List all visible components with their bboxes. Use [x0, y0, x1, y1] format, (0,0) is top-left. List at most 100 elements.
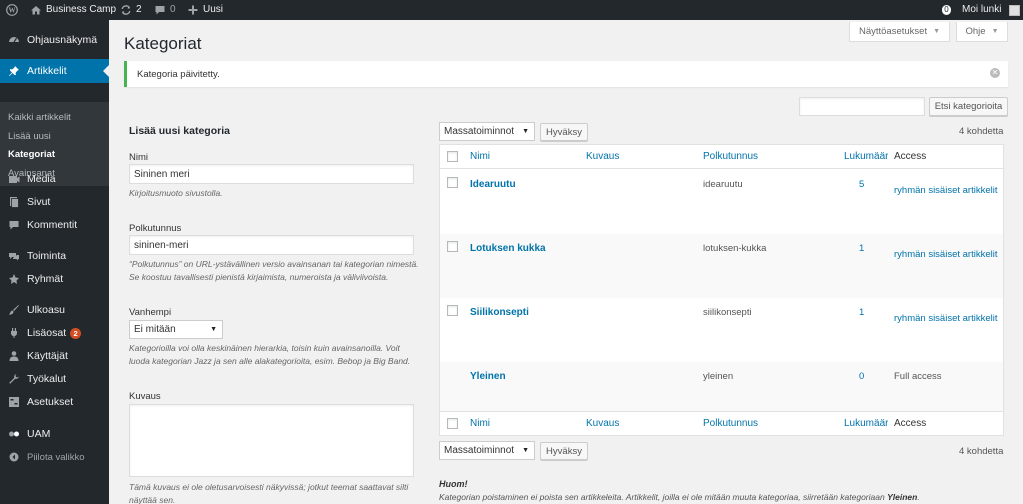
sidebar-item-media[interactable]: Media — [0, 168, 109, 190]
wordpress-logo-icon[interactable]: W — [6, 0, 18, 20]
sidebar-item-label: Lisäosat — [27, 327, 67, 339]
category-access-link[interactable]: ryhmän sisäiset artikkelit — [894, 313, 997, 324]
description-hint-line1: Tämä kuvaus ei ole oletusarvoisesti näky… — [129, 482, 409, 492]
row-checkbox[interactable] — [447, 177, 458, 188]
parent-select[interactable]: Ei mitään ▼ — [129, 320, 223, 339]
sidebar-item-settings[interactable]: Asetukset — [0, 391, 109, 413]
column-description-footer[interactable]: Kuvaus — [586, 418, 619, 429]
caret-down-icon: ▼ — [933, 28, 941, 35]
submenu-add-new[interactable]: Lisää uusi — [8, 131, 51, 142]
table-row: Idearuutu idearuutu 5 ryhmän sisäiset ar… — [440, 170, 1003, 234]
table-row: Lotuksen kukka lotuksen-kukka 1 ryhmän s… — [440, 234, 1003, 298]
plugins-update-badge: 2 — [70, 327, 82, 339]
item-count-top: 4 kohdetta — [959, 126, 1004, 137]
bulk-actions-value: Massatoiminnot — [444, 126, 515, 137]
sidebar-item-label: Kommentit — [27, 219, 78, 231]
bulk-actions-select-bottom[interactable]: Massatoiminnot ▼ — [439, 441, 535, 460]
table-row: Siilikonsepti siilikonsepti 1 ryhmän sis… — [440, 298, 1003, 362]
category-name-input[interactable]: Sininen meri — [129, 164, 414, 184]
table-footer: Nimi Kuvaus Polkutunnus Lukumäärä Access — [440, 411, 1003, 435]
slug-label: Polkutunnus — [129, 223, 182, 234]
parent-label: Vanhempi — [129, 307, 172, 318]
help-button[interactable]: Ohje ▼ — [956, 22, 1008, 42]
column-access-footer: Access — [894, 418, 927, 429]
note-heading: Huom! — [439, 479, 468, 489]
sidebar-item-plugins[interactable]: Lisäosat 2 — [0, 322, 109, 344]
sidebar-item-pages[interactable]: Sivut — [0, 191, 109, 213]
category-access-link[interactable]: ryhmän sisäiset artikkelit — [894, 185, 997, 196]
column-count-footer[interactable]: Lukumäärä — [844, 418, 888, 429]
apply-bulk-button-bottom[interactable]: Hyväksy — [540, 442, 588, 460]
select-all-checkbox[interactable] — [447, 151, 458, 162]
category-name-link[interactable]: Yleinen — [470, 371, 506, 382]
category-access-link[interactable]: ryhmän sisäiset artikkelit — [894, 249, 997, 260]
dismiss-icon[interactable]: ✕ — [990, 68, 1000, 78]
column-description[interactable]: Kuvaus — [586, 151, 619, 162]
sidebar-item-tools[interactable]: Työkalut — [0, 368, 109, 390]
description-label: Kuvaus — [129, 391, 161, 402]
category-slug: siilikonsepti — [703, 307, 752, 318]
search-categories-button[interactable]: Etsi kategorioita — [929, 97, 1008, 116]
categories-table: Nimi Kuvaus Polkutunnus Lukumäärä Access… — [439, 144, 1004, 436]
page-icon — [6, 195, 22, 209]
parent-description-line2: luoda kategorian Jazz ja sen alle alakat… — [129, 356, 411, 366]
collapse-menu-button[interactable]: Piilota valikko — [0, 446, 109, 468]
bulk-actions-value: Massatoiminnot — [444, 445, 515, 456]
category-count-link[interactable]: 5 — [859, 179, 864, 190]
updates-count: 2 — [136, 4, 142, 15]
row-checkbox[interactable] — [447, 241, 458, 252]
screen-options-button[interactable]: Näyttöasetukset ▼ — [849, 22, 950, 42]
new-content-link[interactable]: Uusi — [187, 0, 223, 20]
sidebar-item-uam[interactable]: UAM — [0, 423, 109, 445]
category-count-link[interactable]: 1 — [859, 307, 864, 318]
apply-bulk-button-top[interactable]: Hyväksy — [540, 123, 588, 141]
parent-description-line1: Kategorioilla voi olla keskinäinen hiera… — [129, 343, 400, 353]
category-slug-input[interactable]: sininen-meri — [129, 235, 414, 255]
pin-icon — [6, 64, 22, 78]
category-name-link[interactable]: Idearuutu — [470, 179, 516, 190]
category-name-link[interactable]: Lotuksen kukka — [470, 243, 546, 254]
category-count-link[interactable]: 1 — [859, 243, 864, 254]
column-slug[interactable]: Polkutunnus — [703, 151, 758, 162]
my-account-link[interactable]: Moi lunki — [962, 0, 1021, 20]
sidebar-item-groups[interactable]: Ryhmät — [0, 268, 109, 290]
select-all-checkbox-bottom[interactable] — [447, 418, 458, 429]
column-slug-footer[interactable]: Polkutunnus — [703, 418, 758, 429]
sidebar-item-label: Työkalut — [27, 373, 67, 385]
caret-down-icon: ▼ — [991, 28, 999, 35]
sidebar-item-activity[interactable]: Toiminta — [0, 245, 109, 267]
column-name-footer[interactable]: Nimi — [470, 418, 490, 429]
submenu-categories[interactable]: Kategoriat — [8, 149, 55, 160]
slug-description-line1: “Polkutunnus” on URL-ystävällinen versio… — [129, 259, 419, 269]
search-input[interactable] — [799, 97, 925, 116]
notifications-count: 0 — [942, 5, 951, 15]
category-count-link[interactable]: 0 — [859, 371, 864, 382]
category-name-link[interactable]: Siilikonsepti — [470, 307, 529, 318]
column-name[interactable]: Nimi — [470, 151, 490, 162]
page-title: Kategoriat — [124, 34, 202, 53]
collapse-arrow-icon — [6, 450, 22, 464]
bulk-actions-select-top[interactable]: Massatoiminnot ▼ — [439, 122, 535, 141]
column-count[interactable]: Lukumäärä — [844, 151, 888, 162]
updates-link[interactable]: 2 — [120, 0, 142, 20]
submenu-all-posts[interactable]: Kaikki artikkelit — [8, 112, 71, 123]
sidebar-item-users[interactable]: Käyttäjät — [0, 345, 109, 367]
sidebar-item-dashboard[interactable]: Ohjausnäkymä — [0, 29, 109, 51]
comments-link[interactable]: 0 — [154, 0, 176, 20]
description-hint-line2: näyttää sen. — [129, 495, 176, 504]
site-name: Business Camp — [46, 4, 117, 15]
appearance-icon — [6, 303, 22, 317]
sidebar-item-comments[interactable]: Kommentit — [0, 214, 109, 236]
row-checkbox[interactable] — [447, 305, 458, 316]
sidebar-item-label: Ulkoasu — [27, 304, 65, 316]
sidebar-item-posts[interactable]: Artikkelit — [0, 59, 109, 83]
category-slug: idearuutu — [703, 179, 743, 190]
help-label: Ohje — [965, 26, 986, 37]
collapse-label: Piilota valikko — [27, 451, 85, 463]
notifications-link[interactable]: 0 — [942, 0, 951, 20]
dropdown-arrow-icon: ▼ — [522, 128, 529, 135]
sidebar-item-appearance[interactable]: Ulkoasu — [0, 299, 109, 321]
comment-icon — [6, 218, 22, 232]
site-name-link[interactable]: Business Camp — [30, 0, 116, 20]
category-description-textarea[interactable] — [129, 404, 414, 477]
